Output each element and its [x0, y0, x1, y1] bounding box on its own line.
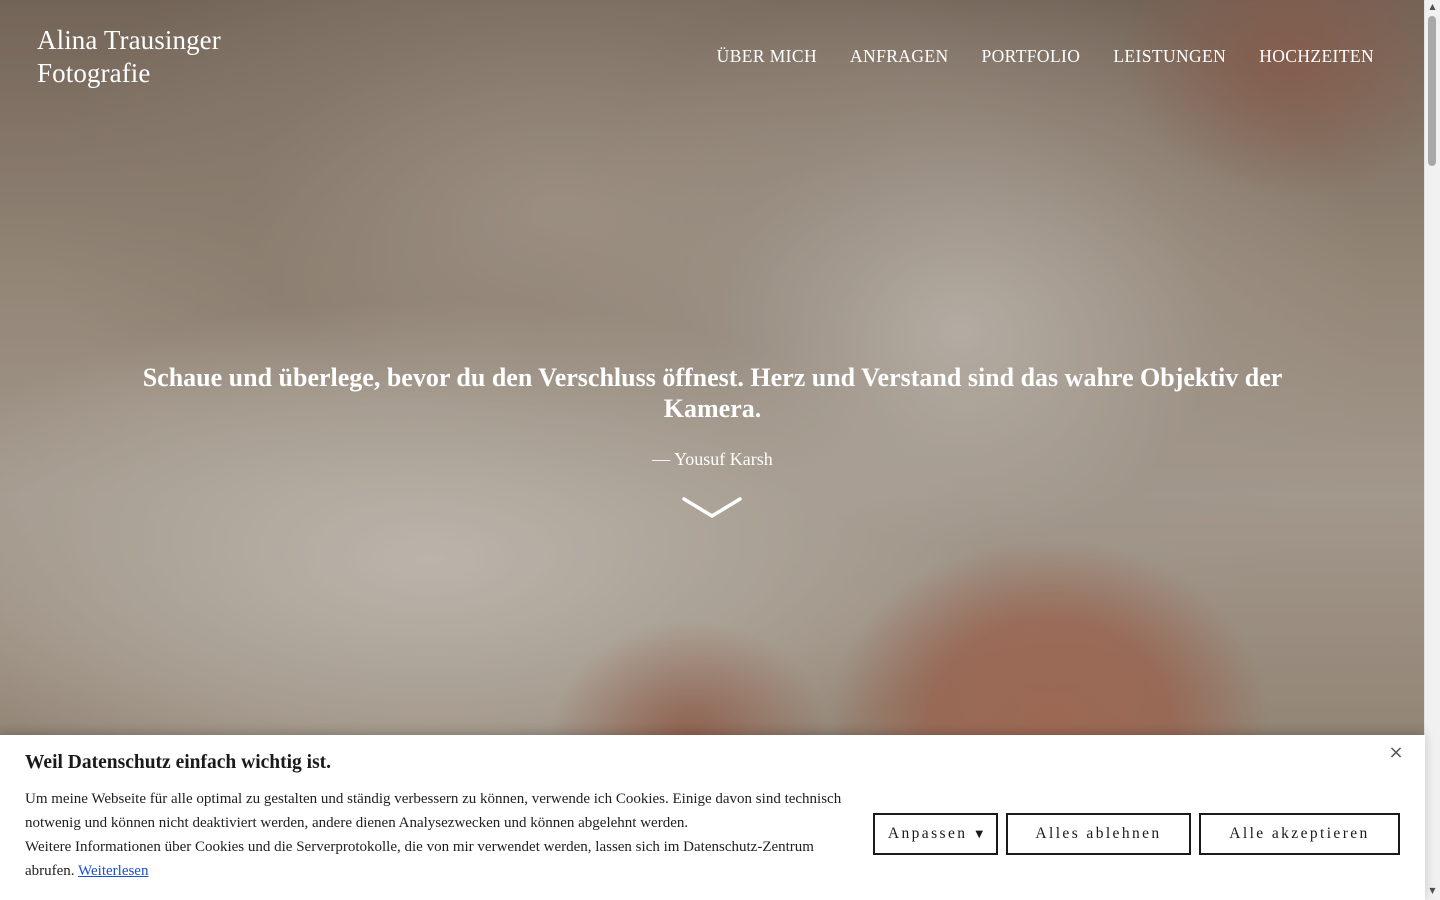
main-nav: ÜBER MICH ANFRAGEN PORTFOLIO LEISTUNGEN … [717, 46, 1374, 67]
cookie-text-paragraph-1: Um meine Webseite für alle optimal zu ge… [25, 791, 842, 831]
scrollbar-thumb[interactable] [1428, 16, 1436, 166]
logo-line-2: Fotografie [37, 58, 151, 88]
close-icon[interactable]: × [1387, 744, 1405, 762]
scroll-down-arrow-icon[interactable]: ▼ [1425, 884, 1440, 898]
logo-line-1: Alina Trausinger [37, 25, 221, 55]
cookie-banner-text: Um meine Webseite für alle optimal zu ge… [25, 787, 845, 883]
accept-all-button[interactable]: Alle akzeptieren [1199, 813, 1400, 855]
nav-item-portfolio[interactable]: PORTFOLIO [982, 46, 1081, 67]
reject-all-button-label: Alles ablehnen [1035, 825, 1162, 842]
cookie-banner-title: Weil Datenschutz einfach wichtig ist. [25, 752, 332, 773]
accept-all-button-label: Alle akzeptieren [1229, 825, 1370, 842]
customize-button-label: Anpassen [887, 825, 968, 842]
cookie-banner: Weil Datenschutz einfach wichtig ist. × … [0, 735, 1425, 900]
nav-item-hochzeiten[interactable]: HOCHZEITEN [1259, 46, 1374, 67]
read-more-link[interactable]: Weiterlesen [78, 863, 148, 879]
chevron-down-icon[interactable] [682, 494, 742, 520]
hero-quote: Schaue und überlege, bevor du den Versch… [142, 363, 1283, 423]
nav-item-ueber-mich[interactable]: ÜBER MICH [717, 46, 817, 67]
scroll-up-arrow-icon[interactable]: ▲ [1425, 0, 1440, 14]
caret-down-icon: ▼ [975, 828, 984, 840]
page-scrollbar[interactable]: ▲ ▼ [1424, 0, 1440, 900]
nav-item-anfragen[interactable]: ANFRAGEN [850, 46, 948, 67]
quote-author: — Yousuf Karsh [652, 449, 773, 469]
site-logo[interactable]: Alina Trausinger Fotografie [37, 24, 221, 90]
reject-all-button[interactable]: Alles ablehnen [1006, 813, 1191, 855]
customize-button[interactable]: Anpassen ▼ [873, 813, 998, 855]
cookie-text-paragraph-2: Weitere Informationen über Cookies und d… [25, 835, 845, 883]
nav-item-leistungen[interactable]: LEISTUNGEN [1113, 46, 1226, 67]
